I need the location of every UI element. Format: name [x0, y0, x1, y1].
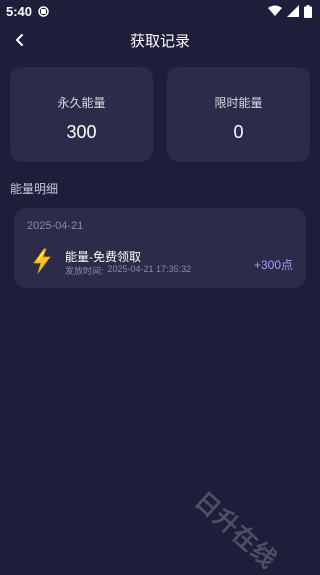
- record-time-value: 2025-04-21 17:35:32: [107, 264, 192, 274]
- back-button[interactable]: [8, 28, 32, 52]
- record-amount: +300点: [253, 258, 293, 272]
- record-time-label: 发放时间:: [65, 266, 104, 276]
- limited-energy-label: 限时能量: [214, 96, 263, 110]
- page-title: 获取记录: [129, 32, 190, 50]
- limited-energy-value: 0: [233, 122, 244, 142]
- battery-icon: [304, 4, 312, 18]
- record-time: 发放时间: 2025-04-21 17:35:32: [65, 264, 191, 277]
- header: 获取记录: [0, 24, 320, 56]
- permanent-energy-value: 300: [66, 122, 97, 142]
- chevron-left-icon: [16, 34, 23, 46]
- permanent-energy-card: 永久能量 300: [10, 67, 153, 162]
- section-title: 能量明细: [10, 182, 59, 196]
- status-time: 5:40: [6, 3, 33, 19]
- status-bar: 5:40: [0, 0, 320, 22]
- limited-energy-card: 限时能量 0: [167, 67, 310, 162]
- list-item: 2025-04-21 能量-免费领取 发放时间: 2025-04-21 17:3…: [14, 208, 306, 288]
- signal-icon: [287, 5, 299, 17]
- record-name: 能量-免费领取: [65, 250, 141, 264]
- lightning-bolt-icon: [33, 248, 51, 274]
- status-left: 5:40: [6, 4, 49, 19]
- notification-icon: [38, 5, 49, 17]
- status-right: [268, 4, 312, 18]
- watermark: 日升在线: [189, 487, 282, 575]
- wifi-icon: [268, 5, 282, 16]
- record-date: 2025-04-21: [27, 220, 84, 232]
- permanent-energy-label: 永久能量: [57, 96, 106, 110]
